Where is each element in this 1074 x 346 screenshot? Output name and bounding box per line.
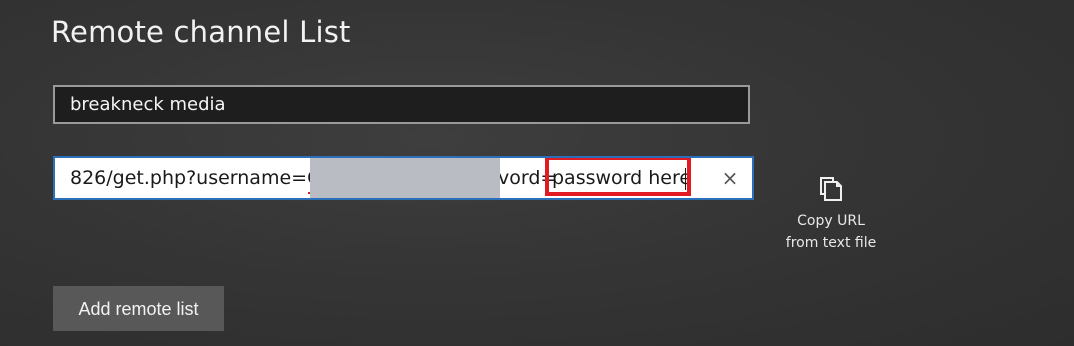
- copy-url-label: Copy URL from text file: [785, 213, 877, 251]
- page-title: Remote channel List: [51, 15, 351, 49]
- url-field[interactable]: 826/get.php?username=C vord= password he…: [53, 156, 754, 200]
- close-icon[interactable]: ×: [718, 158, 742, 198]
- add-remote-list-button[interactable]: Add remote list: [53, 286, 224, 331]
- url-prefix-text: 826/get.php?username=C: [70, 167, 321, 189]
- text-cursor: [685, 168, 686, 190]
- list-name-value: breakneck media: [70, 94, 226, 115]
- copy-url-button[interactable]: Copy URL from text file: [784, 170, 878, 282]
- copy-icon: [820, 177, 842, 201]
- list-name-field[interactable]: breakneck media: [53, 85, 750, 124]
- highlight-box: [545, 158, 691, 196]
- redaction-block: [310, 158, 500, 198]
